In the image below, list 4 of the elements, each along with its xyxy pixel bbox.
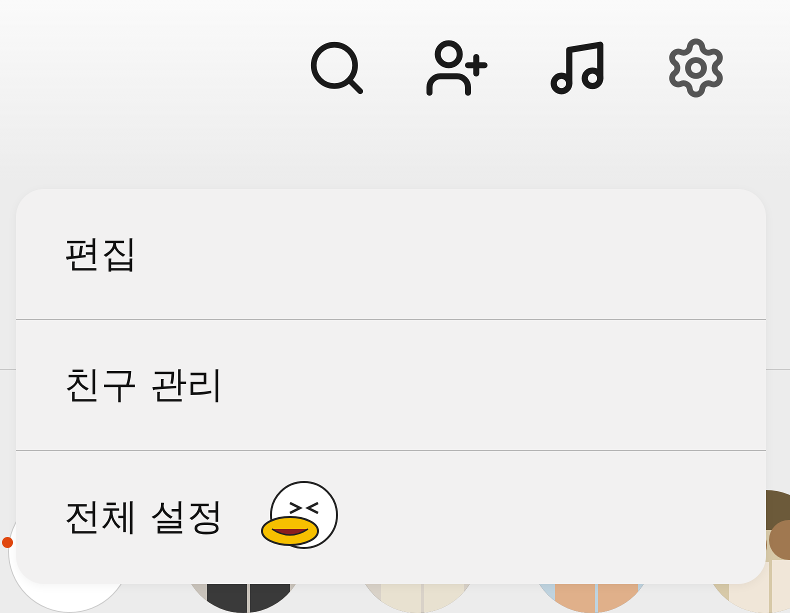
menu-item[interactable]: 친구 관리 [16,320,766,451]
notification-dot [2,537,13,548]
menu-item[interactable]: 편집 [16,189,766,320]
menu-item[interactable]: 전체 설정 [16,451,766,582]
